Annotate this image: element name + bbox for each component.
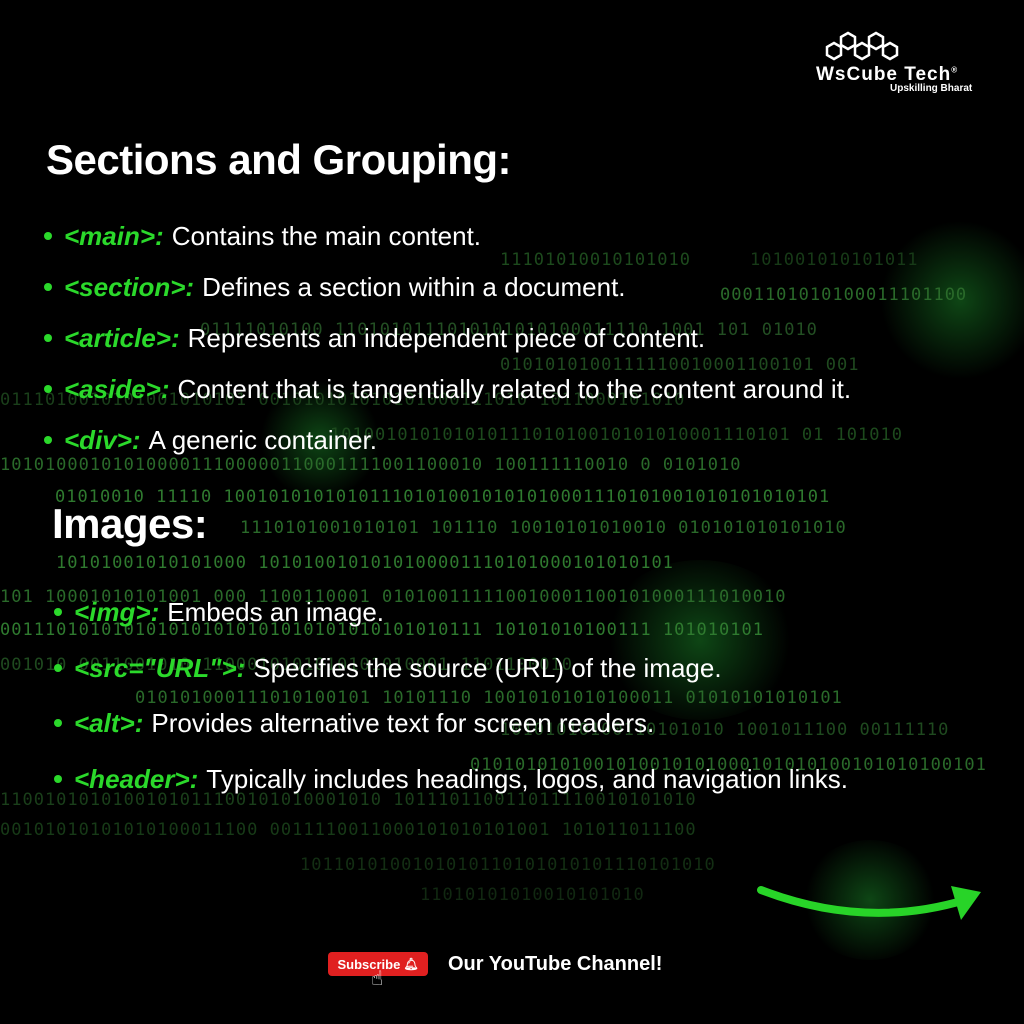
bullet-icon (54, 663, 62, 672)
tag-description: Embeds an image. (167, 597, 385, 627)
tag-description: Content that is tangentially related to … (177, 374, 852, 404)
list-item: <img>: Embeds an image. (54, 597, 848, 653)
brand-logo: WsCube Tech® Upskilling Bharat (814, 28, 984, 98)
html-tag: <article>: (64, 323, 180, 353)
list-item: <article>: Represents an independent piec… (44, 323, 851, 374)
sections-heading: Sections and Grouping: (46, 136, 512, 183)
list-item: <section>: Defines a section within a doc… (44, 272, 851, 323)
list-item: <main>: Contains the main content. (44, 221, 851, 272)
tag-description: A generic container. (148, 425, 377, 455)
tag-description: Represents an independent piece of conte… (187, 323, 706, 353)
html-tag: <div>: (64, 425, 141, 455)
html-tag: <main>: (64, 221, 164, 251)
html-tag: <aside>: (64, 374, 170, 404)
list-item: <src="URL">: Specifies the source (URL) o… (54, 653, 848, 709)
bell-icon: 🔔︎ (403, 957, 419, 971)
youtube-channel-text: Our YouTube Channel! (448, 953, 663, 975)
bullet-icon (44, 385, 52, 393)
html-tag: <img>: (74, 597, 160, 627)
tag-description: Contains the main content. (171, 221, 482, 251)
list-item: <aside>: Content that is tangentially rel… (44, 374, 851, 425)
brand-tagline: Upskilling Bharat (890, 83, 973, 94)
list-item: <header>: Typically includes headings, lo… (54, 764, 848, 820)
html-tag: <section>: (64, 272, 195, 302)
tag-description: Typically includes headings, logos, and … (206, 763, 849, 794)
sections-list: <main>: Contains the main content. <secti… (44, 221, 851, 476)
html-tag: <alt>: (74, 708, 144, 738)
bullet-icon (54, 608, 62, 616)
bullet-icon (54, 719, 62, 727)
bullet-icon (44, 436, 52, 444)
list-item: <alt>: Provides alternative text for scre… (54, 708, 848, 764)
bullet-icon (44, 232, 52, 240)
list-item: <div>: A generic container. (44, 425, 851, 476)
tag-description: Defines a section within a document. (202, 272, 626, 302)
green-arrow-icon (755, 878, 987, 943)
images-list: <img>: Embeds an image. <src="URL">: Speci… (54, 597, 848, 819)
bullet-icon (44, 283, 52, 291)
images-heading: Images: (52, 500, 208, 547)
subscribe-label: Subscribe (337, 956, 401, 972)
tag-description: Provides alternative text for screen rea… (151, 708, 655, 738)
hand-pointer-icon: ☝︎ (371, 968, 384, 990)
html-tag: <src="URL">: (74, 652, 246, 683)
html-tag: <header>: (74, 763, 199, 794)
bullet-icon (54, 774, 62, 783)
bullet-icon (44, 334, 52, 342)
tag-description: Specifies the source (URL) of the image. (253, 652, 722, 683)
